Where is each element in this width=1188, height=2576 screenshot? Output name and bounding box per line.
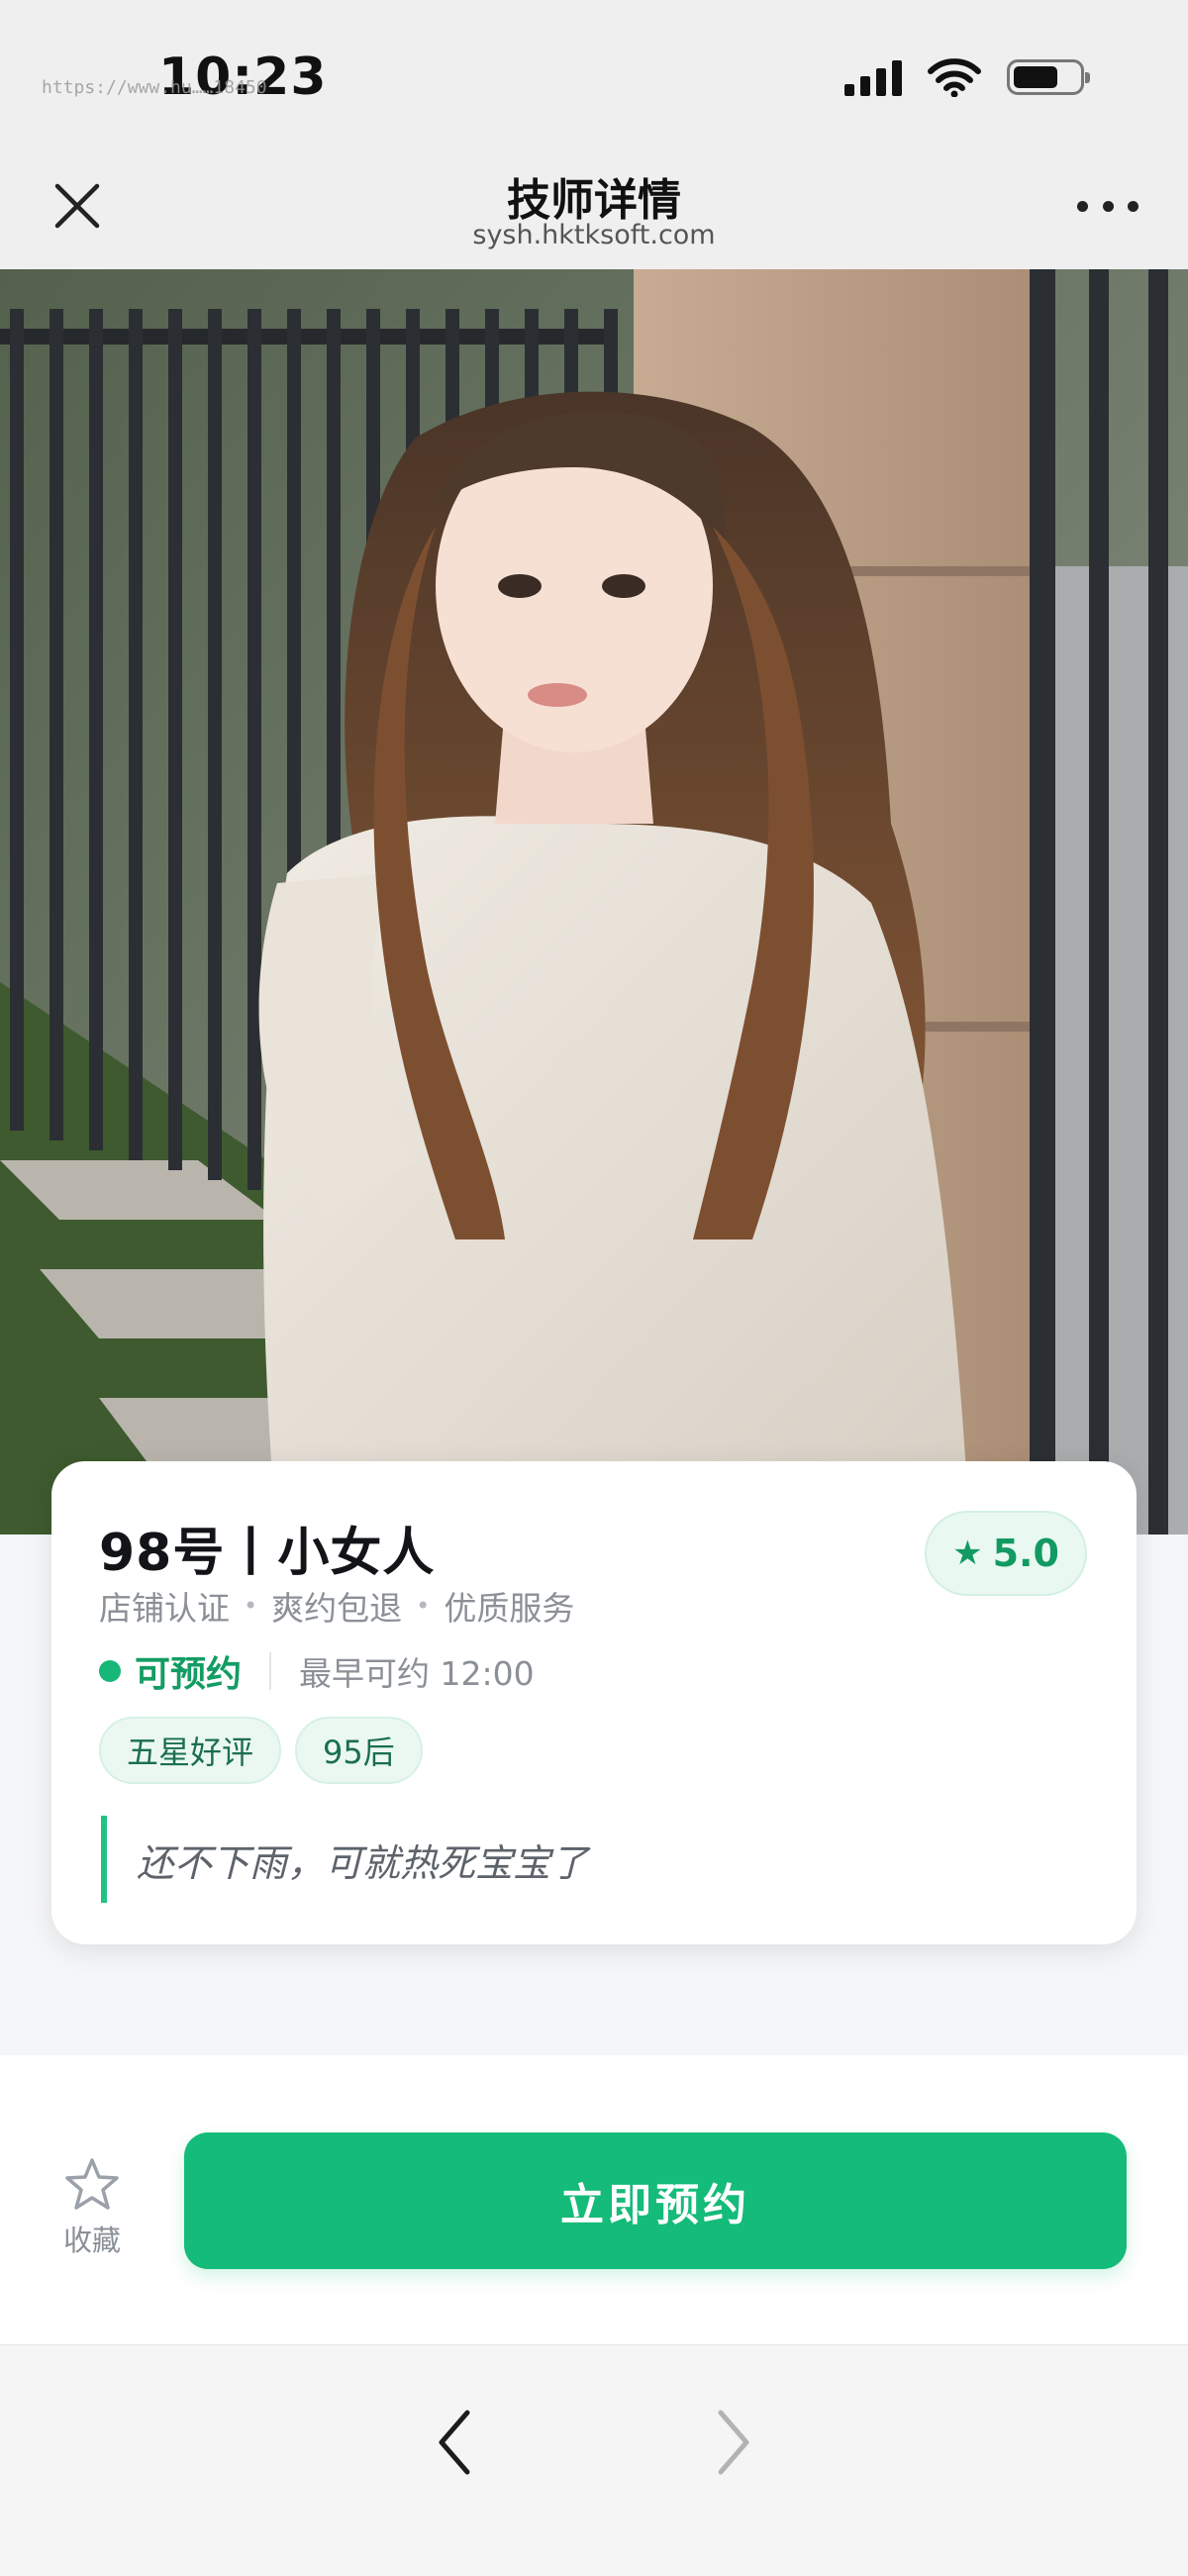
page-title: 技师详情 (507, 175, 681, 226)
page-domain: sysh.hktksoft.com (472, 220, 716, 250)
status-icons (844, 57, 1090, 97)
feature-label: 优质服务 (444, 1589, 575, 1628)
technician-info-card: 98号丨小女人 ★ 5.0 店铺认证 • 爽约包退 • 优质服务 可预约 最早可… (51, 1461, 1137, 1944)
battery-icon (1007, 59, 1090, 95)
separator-dot: • (416, 1592, 431, 1620)
star-outline-icon (65, 2158, 119, 2210)
rating-value: 5.0 (992, 1532, 1059, 1575)
more-icon[interactable] (1077, 188, 1138, 224)
availability-row: 可预约 最早可约 12:00 (99, 1645, 535, 1697)
earliest-time: 最早可约 12:00 (299, 1654, 535, 1693)
divider (269, 1652, 272, 1690)
nav-bar: 技师详情 sysh.hktksoft.com (0, 149, 1188, 269)
status-bar: 10:23 https://www.hu……18450 (0, 0, 1188, 149)
feature-label: 店铺认证 (99, 1589, 230, 1628)
technician-name: 98号丨小女人 (99, 1524, 436, 1583)
book-now-button[interactable]: 立即预约 (184, 2132, 1127, 2269)
tag: 95后 (295, 1717, 423, 1784)
tag-list: 五星好评 95后 (99, 1717, 423, 1784)
service-guarantees: 店铺认证 • 爽约包退 • 优质服务 (99, 1582, 574, 1630)
url-overlay: https://www.hu……18450 (42, 77, 267, 98)
status-dot-icon (99, 1660, 121, 1682)
technician-quote: 还不下雨，可就热死宝宝了 (101, 1816, 588, 1903)
action-bar: 收藏 立即预约 (0, 2055, 1188, 2344)
favorite-label: 收藏 (62, 2224, 121, 2257)
favorite-button[interactable]: 收藏 (48, 2156, 137, 2259)
chevron-right-icon[interactable] (705, 2405, 760, 2480)
browser-toolbar (0, 2344, 1188, 2576)
chevron-left-icon[interactable] (428, 2405, 483, 2480)
feature-label: 爽约包退 (271, 1589, 403, 1628)
separator-dot: • (244, 1592, 258, 1620)
wifi-icon (928, 58, 981, 97)
tag: 五星好评 (99, 1717, 282, 1784)
star-icon: ★ (952, 1534, 983, 1573)
rating-badge: ★ 5.0 (925, 1511, 1087, 1596)
cellular-signal-icon (844, 58, 902, 96)
technician-photo (0, 269, 1188, 1535)
availability-status: 可预约 (135, 1654, 243, 1695)
